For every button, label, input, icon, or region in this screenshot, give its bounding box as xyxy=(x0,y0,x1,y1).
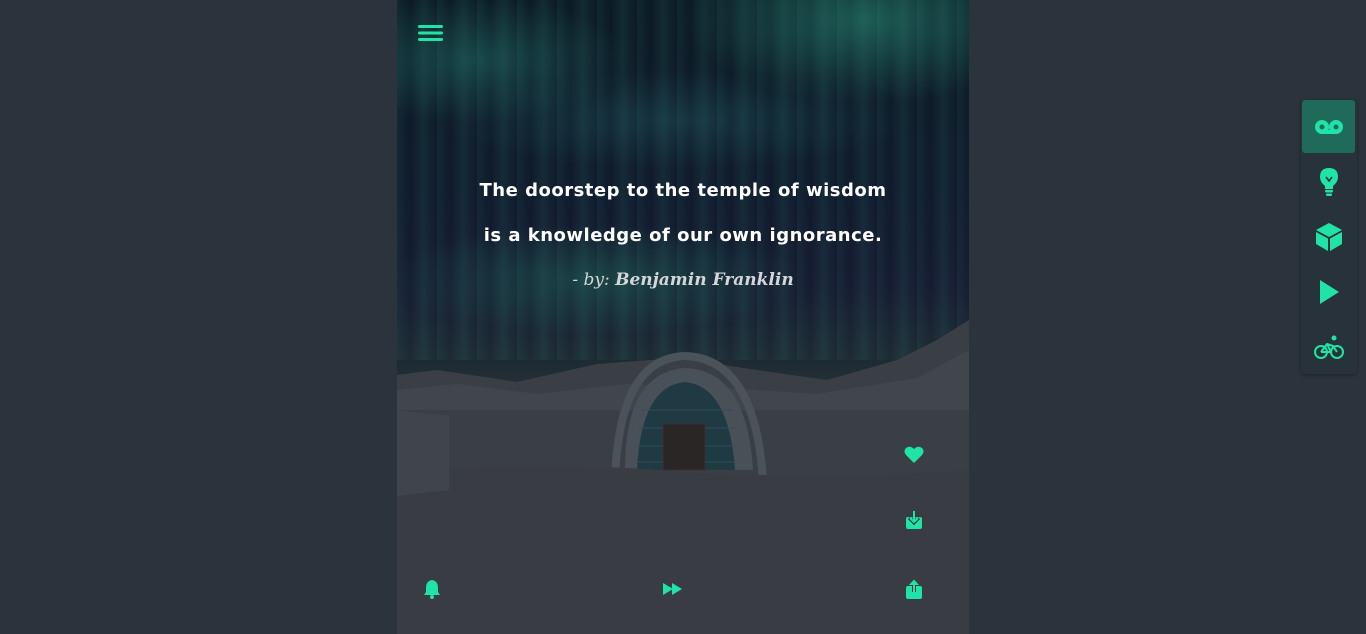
fast-forward-icon xyxy=(663,583,682,595)
side-nav-item-bicycle[interactable] xyxy=(1302,320,1355,373)
bell-icon xyxy=(424,580,440,599)
author-prefix: - by: xyxy=(572,270,610,290)
play-icon xyxy=(1319,279,1339,304)
download-button[interactable] xyxy=(903,509,925,531)
hamburger-menu-icon xyxy=(418,25,443,41)
author-name: Benjamin Franklin xyxy=(615,270,794,290)
side-nav-item-play[interactable] xyxy=(1302,265,1355,318)
quote-block: The doorstep to the temple of wisdom is … xyxy=(477,168,889,290)
lightbulb-icon xyxy=(1319,167,1338,196)
heart-icon xyxy=(904,446,924,463)
quote-card: The doorstep to the temple of wisdom is … xyxy=(397,0,969,634)
side-nav-item-ideas[interactable] xyxy=(1302,155,1355,208)
like-button[interactable] xyxy=(903,444,925,466)
next-quote-button[interactable] xyxy=(662,578,684,600)
quote-text: The doorstep to the temple of wisdom is … xyxy=(479,180,887,246)
share-icon xyxy=(906,579,922,599)
voicemail-icon xyxy=(1314,119,1343,134)
bicycle-icon xyxy=(1313,335,1344,359)
side-nav-item-cube[interactable] xyxy=(1302,210,1355,263)
side-nav-item-voicemail[interactable] xyxy=(1302,100,1355,153)
menu-button[interactable] xyxy=(417,22,445,44)
share-button[interactable] xyxy=(903,578,925,600)
notifications-button[interactable] xyxy=(421,578,443,600)
side-nav xyxy=(1301,100,1357,374)
quote-author: - by: Benjamin Franklin xyxy=(477,270,889,290)
download-icon xyxy=(906,511,922,529)
cube-icon xyxy=(1315,222,1342,251)
